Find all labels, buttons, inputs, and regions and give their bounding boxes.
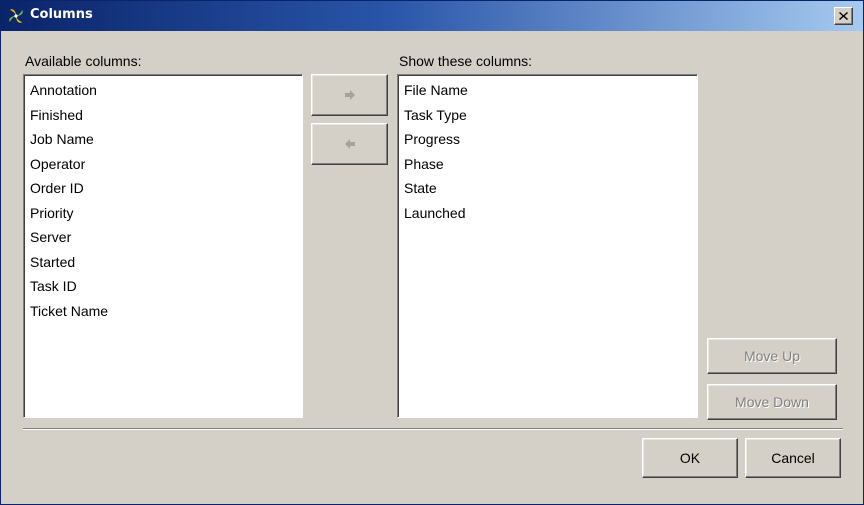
list-item[interactable]: Progress (398, 127, 697, 152)
move-up-button[interactable]: Move Up (707, 338, 837, 374)
list-item[interactable]: Started (24, 250, 302, 275)
columns-dialog: Columns Available columns: Annotation Fin… (0, 0, 864, 505)
list-item[interactable]: Operator (24, 152, 302, 177)
title-bar[interactable]: Columns (1, 1, 863, 31)
close-icon (839, 12, 848, 20)
cancel-button[interactable]: Cancel (745, 438, 841, 478)
arrow-right-icon (344, 90, 355, 100)
list-item[interactable]: Finished (24, 103, 302, 128)
add-column-button[interactable] (311, 74, 388, 116)
list-item[interactable]: Task ID (24, 274, 302, 299)
show-columns-list[interactable]: File Name Task Type Progress Phase State Laun… (397, 74, 698, 418)
list-item[interactable]: Ticket Name (24, 299, 302, 324)
list-item[interactable]: Order ID (24, 176, 302, 201)
arrow-left-icon (344, 139, 355, 149)
app-logo-icon (9, 9, 23, 23)
list-item[interactable]: Task Type (398, 103, 697, 128)
list-item[interactable]: Annotation (24, 78, 302, 103)
move-down-button[interactable]: Move Down (707, 384, 837, 420)
list-item[interactable]: Priority (24, 201, 302, 226)
show-columns-label: Show these columns: (399, 53, 533, 69)
ok-button[interactable]: OK (642, 438, 738, 478)
list-item[interactable]: State (398, 176, 697, 201)
list-item[interactable]: File Name (398, 78, 697, 103)
list-item[interactable]: Launched (398, 201, 697, 226)
available-columns-label: Available columns: (25, 53, 142, 69)
available-columns-list[interactable]: Annotation Finished Job Name Operator Order … (23, 74, 303, 418)
close-button[interactable] (834, 7, 853, 25)
separator (23, 428, 843, 430)
list-item[interactable]: Phase (398, 152, 697, 177)
window-title: Columns (30, 7, 93, 22)
list-item[interactable]: Server (24, 225, 302, 250)
list-item[interactable]: Job Name (24, 127, 302, 152)
remove-column-button[interactable] (311, 123, 388, 165)
